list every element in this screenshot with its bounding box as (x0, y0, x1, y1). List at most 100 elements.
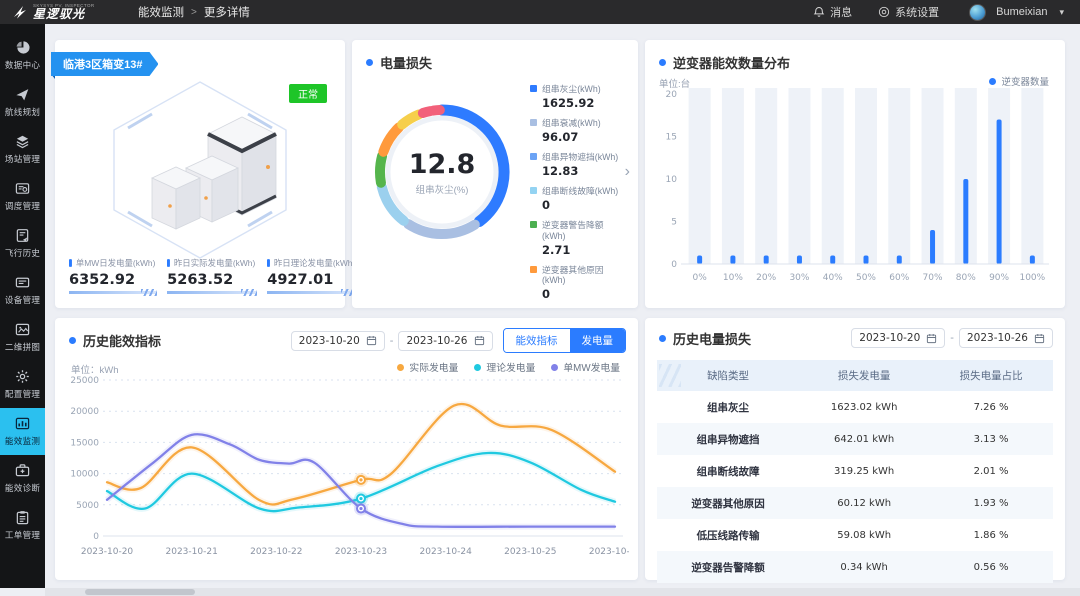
loss-legend-item: 组串异物遮挡(kWh)12.83 (530, 152, 626, 178)
defect-type-cell: 低压线路传输 (657, 519, 799, 551)
loss-legend-value: 96.07 (542, 130, 626, 144)
bell-icon (813, 6, 825, 18)
logo-icon (12, 4, 28, 20)
title-dot-icon (659, 335, 666, 342)
date-to-input[interactable]: 2023-10-26 (959, 328, 1053, 348)
date-to-value: 2023-10-26 (406, 335, 467, 347)
calendar-icon[interactable] (1034, 333, 1045, 344)
inverter-distribution-card: 逆变器能效数量分布 单位:台 逆变器数量 051015200%10%20%30%… (645, 40, 1065, 308)
horizontal-scrollbar (45, 588, 1080, 596)
sidebar-item-layers[interactable]: 场站管理 (0, 126, 45, 173)
loss-energy-cell: 0.34 kWh (799, 551, 929, 583)
tab-efficiency-index[interactable]: 能效指标 (504, 329, 570, 352)
sidebar-item-schedule[interactable]: 调度管理 (0, 173, 45, 220)
calendar-icon[interactable] (926, 333, 937, 344)
legend-dot-icon (474, 364, 481, 371)
chevron-right-icon[interactable]: › (625, 164, 630, 180)
inverter-distribution-title: 逆变器能效数量分布 (673, 53, 790, 72)
history-loss-card: 历史电量损失 2023-10-20 - 2023-10-26 缺陷类型损失发电量… (645, 318, 1065, 580)
user-name[interactable]: Bumeixian (996, 6, 1047, 18)
line-legend-item[interactable]: 理论发电量 (474, 360, 535, 374)
defect-type-cell: 逆变器告警降额 (657, 551, 799, 583)
layers-icon (15, 134, 30, 149)
chevron-down-icon[interactable]: ▾ (1059, 7, 1064, 18)
svg-text:5: 5 (671, 218, 677, 228)
table-header-cell: 缺陷类型 (657, 360, 799, 391)
station-stat: 昨日实际发电量(kWh)5263.52 (167, 257, 257, 294)
line-legend-item[interactable]: 单MW发电量 (551, 360, 620, 374)
sidebar-item-label: 设备管理 (5, 293, 40, 305)
table-row: 组串灰尘1623.02 kWh7.26 % (657, 391, 1053, 423)
svg-text:2023-10-26: 2023-10-26 (589, 547, 629, 557)
pie-chart-icon (15, 40, 30, 55)
svg-text:2023-10-21: 2023-10-21 (166, 547, 218, 557)
date-from-value: 2023-10-20 (299, 335, 360, 347)
table-row: 组串断线故障319.25 kWh2.01 % (657, 455, 1053, 487)
sidebar-item-image[interactable]: 二维拼图 (0, 314, 45, 361)
sidebar-item-work-order[interactable]: 工单管理 (0, 502, 45, 549)
date-range-separator: - (950, 332, 954, 344)
svg-text:20%: 20% (756, 273, 776, 283)
svg-text:50%: 50% (856, 273, 876, 283)
line-legend-label: 理论发电量 (486, 360, 535, 374)
loss-legend-value: 12.83 (542, 164, 626, 178)
stat-label: 昨日理论发电量(kWh) (267, 257, 355, 269)
system-settings-button[interactable]: 系统设置 (878, 4, 939, 20)
sidebar-item-gear[interactable]: 配置管理 (0, 361, 45, 408)
loss-ratio-cell: 3.13 % (929, 423, 1053, 455)
sidebar-item-diagnosis-case[interactable]: 能效诊断 (0, 455, 45, 502)
loss-legend-item: 逆变器警告降额(kWh)2.71 (530, 220, 626, 256)
date-from-value: 2023-10-20 (859, 332, 920, 344)
defect-type-cell: 逆变器其他原因 (657, 487, 799, 519)
table-row: 逆变器告警降额0.34 kWh0.56 % (657, 551, 1053, 583)
sidebar-item-flight-history[interactable]: 飞行历史 (0, 220, 45, 267)
calendar-icon[interactable] (366, 335, 377, 346)
user-avatar[interactable] (969, 4, 986, 21)
loss-ratio-cell: 2.01 % (929, 455, 1053, 487)
app-logo[interactable]: SKYSYS PV. INSPECTOR 星逻驭光 (12, 4, 124, 21)
svg-text:20000: 20000 (70, 407, 99, 417)
loss-legend-label: 组串衰减(kWh) (542, 118, 601, 128)
line-legend-label: 实际发电量 (409, 360, 458, 374)
loss-legend-value: 0 (542, 287, 626, 301)
scrollbar-thumb[interactable] (85, 589, 195, 595)
sidebar-item-pie-chart[interactable]: 数据中心 (0, 32, 45, 79)
loss-energy-cell: 1623.02 kWh (799, 391, 929, 423)
sidebar-item-label: 场站管理 (5, 152, 40, 164)
loss-energy-cell: 319.25 kWh (799, 455, 929, 487)
flight-history-icon (15, 228, 30, 243)
svg-text:90%: 90% (989, 273, 1009, 283)
calendar-icon[interactable] (474, 335, 485, 346)
line-legend-item[interactable]: 实际发电量 (397, 360, 458, 374)
power-loss-card: 电量损失 12.8 组串灰尘(%) 组串灰尘(kWh)1625.92组串衰减(k… (352, 40, 638, 308)
date-to-input[interactable]: 2023-10-26 (398, 331, 492, 351)
legend-square-icon (530, 187, 537, 194)
breadcrumb-item-monitor[interactable]: 能效监测 (138, 4, 184, 20)
sidebar-item-device[interactable]: 设备管理 (0, 267, 45, 314)
sidebar-item-efficiency-chart[interactable]: 能效监测 (0, 408, 45, 455)
tab-generation[interactable]: 发电量 (570, 329, 626, 352)
date-from-input[interactable]: 2023-10-20 (851, 328, 945, 348)
efficiency-chart-icon (15, 416, 30, 431)
defect-loss-table: 缺陷类型损失发电量损失电量占比组串灰尘1623.02 kWh7.26 %组串异物… (657, 360, 1053, 583)
station-stat: 昨日理论发电量(kWh)4927.01 (267, 257, 357, 294)
legend-square-icon (530, 119, 537, 126)
table-header-row: 缺陷类型损失发电量损失电量占比 (657, 360, 1053, 391)
power-loss-title: 电量损失 (380, 53, 432, 72)
date-from-input[interactable]: 2023-10-20 (291, 331, 385, 351)
history-loss-title: 历史电量损失 (673, 329, 751, 348)
chart-mode-tabs: 能效指标 发电量 (503, 328, 627, 353)
gear-icon (878, 6, 890, 18)
table-row: 低压线路传输59.08 kWh1.86 % (657, 519, 1053, 551)
svg-text:2023-10-25: 2023-10-25 (504, 547, 556, 557)
loss-legend-label: 组串断线故障(kWh) (542, 186, 618, 196)
loss-legend-value: 1625.92 (542, 96, 626, 110)
gear-icon (15, 369, 30, 384)
svg-text:10%: 10% (723, 273, 743, 283)
breadcrumb-separator: > (191, 7, 197, 18)
line-legend-label: 单MW发电量 (563, 360, 620, 374)
loss-energy-cell: 60.12 kWh (799, 487, 929, 519)
app-root: SKYSYS PV. INSPECTOR 星逻驭光 能效监测 > 更多详情 消息 (0, 0, 1080, 596)
sidebar-item-paper-plane[interactable]: 航线规划 (0, 79, 45, 126)
messages-button[interactable]: 消息 (813, 4, 852, 20)
